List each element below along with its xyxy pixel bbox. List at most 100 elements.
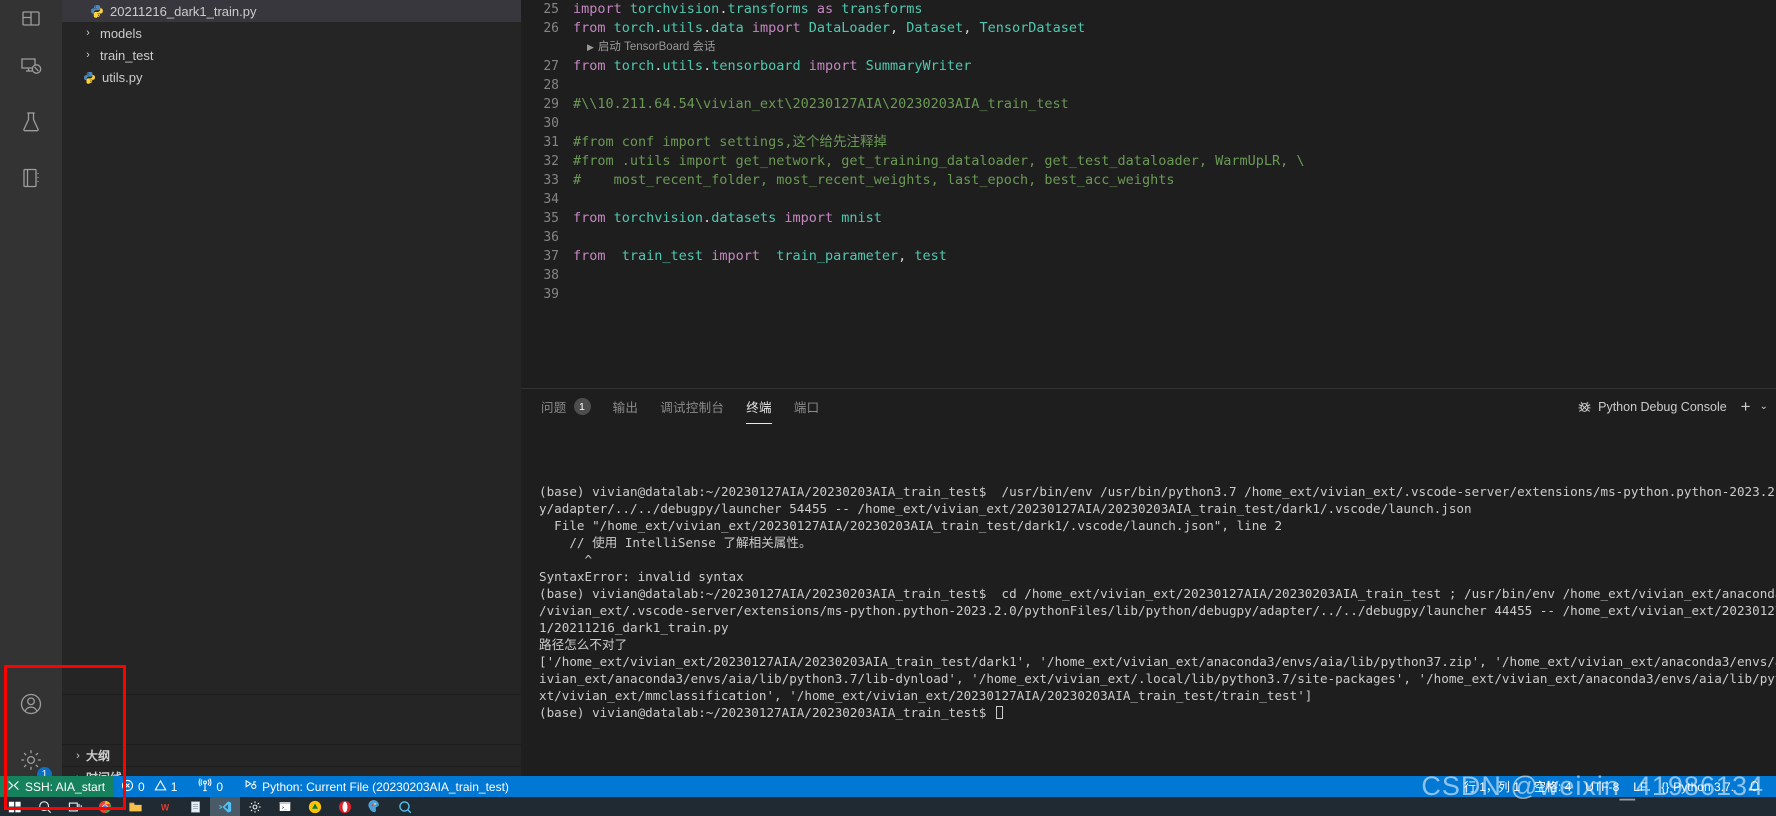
tab-terminal[interactable]: 终端 <box>746 389 772 424</box>
windows-start-icon[interactable] <box>0 797 30 816</box>
terminal-selector[interactable]: Python Debug Console <box>1577 399 1727 414</box>
new-terminal-button[interactable]: + <box>1741 397 1751 417</box>
terminal-icon[interactable]: >_ <box>270 797 300 816</box>
warning-icon <box>154 779 167 795</box>
chrome-icon[interactable] <box>90 797 120 816</box>
status-encoding[interactable]: UTF-8 <box>1578 776 1626 797</box>
notebook-icon[interactable] <box>0 150 62 206</box>
terminal-line: ['/home_ext/vivian_ext/20230127AIA/20230… <box>539 654 1776 669</box>
paint-icon[interactable] <box>360 797 390 816</box>
accounts-icon[interactable] <box>0 676 62 732</box>
code-line[interactable]: 26 from torch.utils.data import DataLoade… <box>521 19 1776 38</box>
line-number: 30 <box>543 116 559 131</box>
status-bar: SSH: AIA_start 0 1 0 Python: Current Fil… <box>0 776 1776 797</box>
code-line[interactable]: 38 <box>521 266 1776 285</box>
status-error-count: 0 <box>138 779 145 794</box>
terminal-cursor <box>995 706 1003 719</box>
search-icon[interactable] <box>30 797 60 816</box>
chevron-right-icon[interactable]: › <box>70 750 86 762</box>
terminal-line: File "/home_ext/vivian_ext/20230127AIA/2… <box>539 518 1283 533</box>
code-line[interactable]: 36 <box>521 228 1776 247</box>
code-content[interactable]: 25 import torchvision.transforms as trans… <box>521 0 1776 388</box>
sidebar-section-outline[interactable]: › 大纲 <box>62 744 521 766</box>
code-line[interactable]: 25 import torchvision.transforms as trans… <box>521 0 1776 19</box>
code-line[interactable]: 34 <box>521 190 1776 209</box>
tab-terminal-label: 终端 <box>746 401 772 415</box>
status-notifications[interactable] <box>1741 776 1768 797</box>
terminal-output[interactable]: (base) vivian@datalab:~/20230127AIA/2023… <box>521 424 1776 788</box>
code-line[interactable]: 30 <box>521 114 1776 133</box>
terminal-line: 1/20211216_dark1_train.py <box>539 620 729 635</box>
chevron-right-icon[interactable]: › <box>80 49 96 61</box>
search-circle-icon[interactable] <box>390 797 420 816</box>
terminal-line: (base) vivian@datalab:~/20230127AIA/2023… <box>539 484 1776 499</box>
list-item[interactable]: › train_test <box>62 44 521 66</box>
tab-problems[interactable]: 问题 1 <box>541 389 591 424</box>
remote-ssh-icon <box>7 779 20 795</box>
play-triangle-icon: ▶ <box>587 42 594 52</box>
terminal-line: (base) vivian@datalab:~/20230127AIA/2023… <box>539 586 1776 601</box>
status-remote-label: SSH: AIA_start <box>25 779 106 794</box>
code-line[interactable]: 29 #\\10.211.64.54\vivian_ext\20230127AIA… <box>521 95 1776 114</box>
status-cursor-position[interactable]: 行 1，列 1 <box>1457 776 1527 797</box>
tab-debug-console[interactable]: 调试控制台 <box>660 389 724 424</box>
status-remote-ssh[interactable]: SSH: AIA_start <box>0 776 115 797</box>
status-problems[interactable]: 0 1 <box>114 776 184 797</box>
code-editor[interactable]: 25 import torchvision.transforms as trans… <box>521 0 1776 388</box>
status-indent-label: 空格: 4 <box>1533 780 1572 794</box>
activity-bar-bottom: 1 <box>0 676 62 788</box>
code-line[interactable]: 28 <box>521 76 1776 95</box>
chevron-right-icon[interactable]: › <box>80 27 96 39</box>
status-ports[interactable]: 0 <box>184 776 230 797</box>
file-explorer-icon[interactable] <box>120 797 150 816</box>
code-line[interactable]: 37 from train_test import train_parameter… <box>521 247 1776 266</box>
tab-output-label: 输出 <box>612 401 639 415</box>
python-file-icon <box>88 4 106 18</box>
status-run-config[interactable]: Python: Current File (20230203AIA_train_… <box>230 776 516 797</box>
line-number: 31 <box>543 135 559 150</box>
list-item-label: utils.py <box>102 69 143 85</box>
cloud-drive-icon[interactable] <box>300 797 330 816</box>
status-indentation[interactable]: 空格: 4 <box>1527 776 1578 797</box>
settings-icon[interactable] <box>240 797 270 816</box>
svg-text:>_: >_ <box>282 805 287 810</box>
list-item[interactable]: › models <box>62 22 521 44</box>
terminal-line: /vivian_ext/.vscode-server/extensions/ms… <box>539 603 1776 618</box>
list-item[interactable]: utils.py <box>62 66 521 88</box>
status-language-mode[interactable]: {} Python 3.7. <box>1654 776 1741 797</box>
vscode-icon[interactable] <box>210 797 240 816</box>
editor-tab-label: 20211216_dark1_train.py <box>110 3 257 19</box>
terminal-line: ivian_ext/anaconda3/envs/aia/lib/python3… <box>539 671 1776 686</box>
problems-count-badge: 1 <box>573 398 591 415</box>
remote-explorer-icon[interactable] <box>0 38 62 94</box>
tab-ports[interactable]: 端口 <box>794 389 820 424</box>
code-line-text: from torch.utils.tensorboard import Summ… <box>573 58 972 74</box>
code-line[interactable]: 35 from torchvision.datasets import mnist <box>521 209 1776 228</box>
error-icon <box>121 779 134 795</box>
line-number: 37 <box>543 249 559 264</box>
chevron-down-icon[interactable]: ⌄ <box>1760 401 1768 412</box>
line-number: 27 <box>543 59 559 74</box>
code-line[interactable]: 27 from torch.utils.tensorboard import Su… <box>521 57 1776 76</box>
opera-icon[interactable] <box>330 797 360 816</box>
code-line[interactable]: 31 #from conf import settings,这个给先注释掉 <box>521 133 1776 152</box>
editor-tab[interactable]: 20211216_dark1_train.py <box>62 0 521 22</box>
terminal-line: (base) vivian@datalab:~/20230127AIA/2023… <box>539 704 1776 721</box>
terminal-name-label: Python Debug Console <box>1598 399 1727 414</box>
code-line[interactable]: 39 <box>521 285 1776 304</box>
run-python-icon <box>244 778 258 795</box>
testing-flask-icon[interactable] <box>0 94 62 150</box>
codelens-tensorboard[interactable]: ▶ 启动 TensorBoard 会话 <box>521 38 1776 57</box>
sidebar-collapsed-sections: › 大纲 › 时间线 <box>62 694 521 788</box>
vscode-window: 1 20211216_dark1_train.py › models › tra… <box>0 0 1776 816</box>
wps-icon[interactable]: W <box>150 797 180 816</box>
status-eol[interactable]: LF <box>1626 776 1654 797</box>
tab-output[interactable]: 输出 <box>613 389 639 424</box>
notepad-icon[interactable] <box>180 797 210 816</box>
split-editor-layout-icon[interactable] <box>0 0 62 38</box>
code-line[interactable]: 33 # most_recent_folder, most_recent_weig… <box>521 171 1776 190</box>
task-view-icon[interactable] <box>60 797 90 816</box>
line-number: 25 <box>543 2 559 17</box>
code-line[interactable]: 32 #from .utils import get_network, get_t… <box>521 152 1776 171</box>
code-line-text: from torch.utils.data import DataLoader,… <box>573 20 1086 36</box>
